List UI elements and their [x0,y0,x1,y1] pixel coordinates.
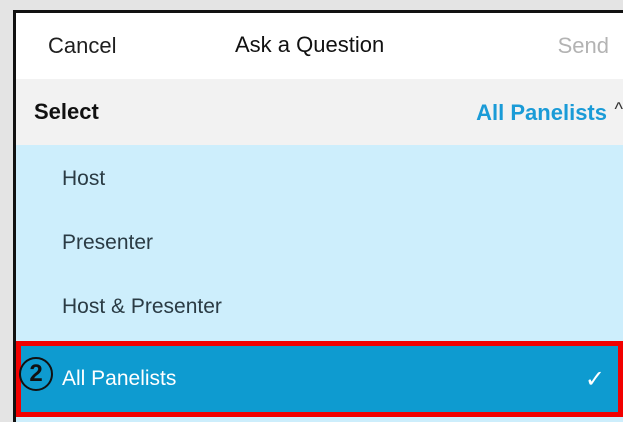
checkmark-icon: ✓ [584,366,605,393]
option-all-panelists[interactable]: 2 All Panelists ✓ [16,341,623,417]
page-title: Ask a Question [235,32,385,57]
step-number-badge: 2 [19,357,53,391]
option-label: Host [62,167,106,190]
option-label: All Panelists [62,367,177,390]
select-label: Select [34,99,99,124]
header-bar: Cancel Ask a Question Send [16,13,623,79]
ask-question-panel: Cancel Ask a Question Send Select All Pa… [13,10,623,422]
send-button[interactable]: Send [558,33,609,59]
cancel-button[interactable]: Cancel [48,33,116,59]
chevron-up-icon[interactable]: ^ [615,99,623,120]
recipient-select[interactable]: Select All Panelists ^ [16,79,623,145]
recipient-options-list: Host Presenter Host & Presenter 2 All Pa… [16,145,623,422]
option-host[interactable]: Host [16,145,623,209]
option-label: Presenter [62,231,154,254]
option-presenter[interactable]: Presenter [16,209,623,273]
option-host-and-presenter[interactable]: Host & Presenter [16,273,623,337]
selected-recipient[interactable]: All Panelists [476,100,607,126]
option-label: Host & Presenter [62,295,222,318]
